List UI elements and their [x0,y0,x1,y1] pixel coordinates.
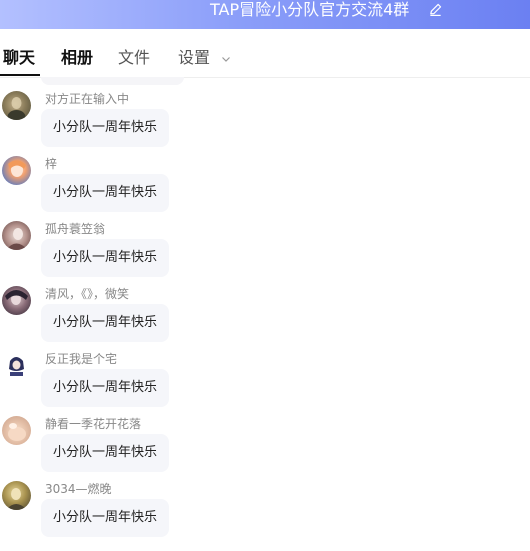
avatar[interactable] [2,156,31,185]
avatar[interactable] [2,221,31,250]
avatar[interactable] [2,481,31,510]
sender-name: 孤舟蓑笠翁 [45,222,106,236]
avatar[interactable] [2,351,31,380]
sender-name: 3034—燃晚 [45,482,112,496]
sender-name: 反正我是个宅 [45,352,118,366]
message-bubble[interactable]: 小分队一周年快乐 [41,304,170,342]
group-header: TAP冒险小分队官方交流4群 [0,0,530,29]
message-item: 梓 小分队一周年快乐 [0,156,530,221]
message-item: 对方正在输入中 小分队一周年快乐 [0,91,530,156]
message-bubble[interactable]: 小分队一周年快乐 [41,434,170,472]
sender-name: 对方正在输入中 [45,92,130,106]
message-item: 清风，《》，微笑 小分队一周年快乐 [0,286,530,351]
message-bubble[interactable]: 小分队一周年快乐 [41,239,170,277]
tab-bar: 聊天 相册 文件 设置 [0,29,530,78]
tab-files[interactable]: 文件 [118,48,150,68]
chevron-down-icon [222,56,231,62]
previous-message-bubble [41,77,184,85]
avatar[interactable] [2,286,31,315]
avatar[interactable] [2,91,31,120]
message-item: 孤舟蓑笠翁 小分队一周年快乐 [0,221,530,286]
tab-chat[interactable]: 聊天 [3,48,35,68]
group-title: TAP冒险小分队官方交流4群 [210,0,410,19]
message-bubble[interactable]: 小分队一周年快乐 [41,109,170,147]
tab-album[interactable]: 相册 [61,48,93,68]
sender-name: 梓 [45,157,58,171]
sender-name: 清风，《》，微笑 [45,287,130,301]
tab-settings-label: 设置 [178,48,211,67]
message-bubble[interactable]: 小分队一周年快乐 [41,499,170,537]
message-item: 静看一季花开花落 小分队一周年快乐 [0,416,530,481]
avatar[interactable] [2,416,31,445]
message-item: 反正我是个宅 小分队一周年快乐 [0,351,530,416]
active-tab-indicator [0,74,40,76]
message-item: 3034—燃晚 小分队一周年快乐 [0,481,530,546]
tab-settings[interactable]: 设置 [178,48,231,68]
message-bubble[interactable]: 小分队一周年快乐 [41,369,170,407]
edit-icon[interactable] [428,2,443,17]
sender-name: 静看一季花开花落 [45,417,142,431]
message-bubble[interactable]: 小分队一周年快乐 [41,174,170,212]
